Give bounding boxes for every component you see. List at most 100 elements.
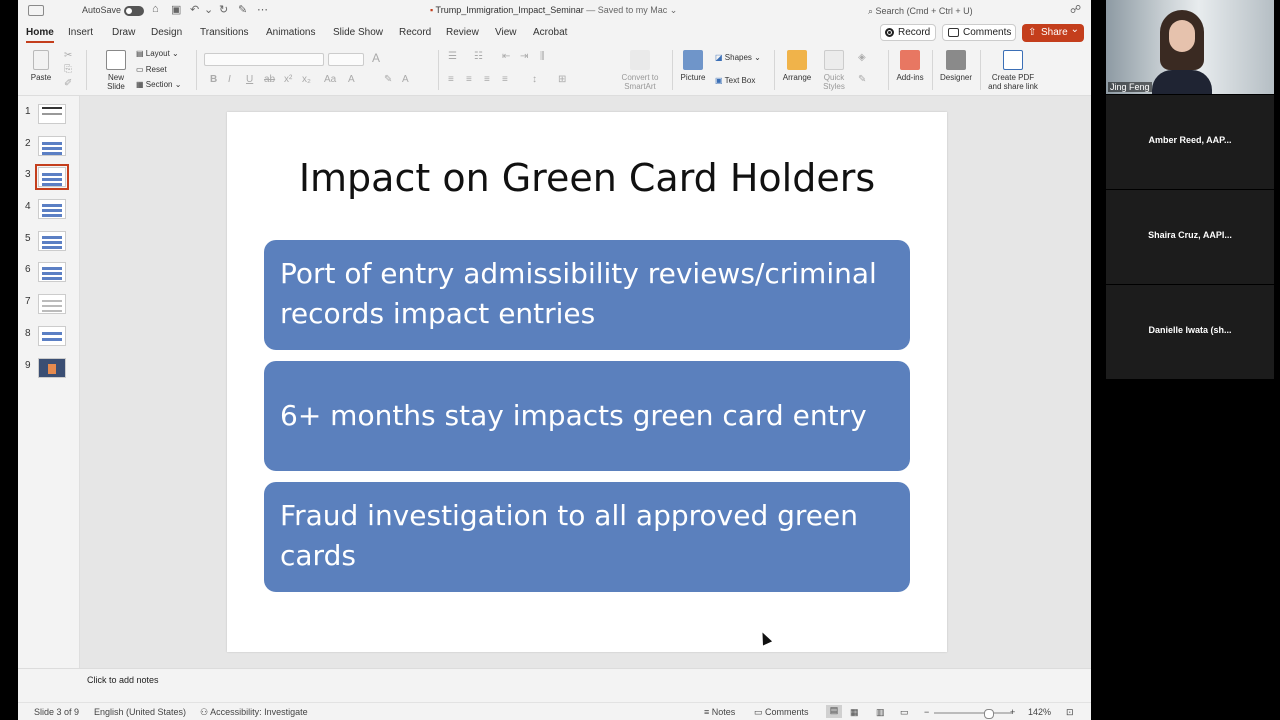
tab-slide-show[interactable]: Slide Show xyxy=(333,27,383,38)
text-color-icon[interactable]: A xyxy=(402,74,409,85)
customize-icon[interactable]: ✎ xyxy=(238,3,247,16)
notes-toggle[interactable]: ≡ Notes xyxy=(704,707,735,717)
slide-thumbnail-1[interactable]: 1 xyxy=(25,104,66,124)
more-icon[interactable]: ⋯ xyxy=(257,3,268,16)
paste-button[interactable]: Paste xyxy=(28,50,54,82)
outdent-icon[interactable]: ⇥ xyxy=(520,51,528,62)
font-size-field[interactable] xyxy=(328,53,364,66)
participant-tile[interactable]: Amber Reed, AAP... xyxy=(1106,95,1274,189)
tab-record[interactable]: Record xyxy=(399,27,431,38)
participant-tile[interactable]: Danielle Iwata (sh... xyxy=(1106,285,1274,379)
autosave-toggle[interactable] xyxy=(124,6,144,16)
comments-button[interactable]: Comments xyxy=(942,24,1016,41)
align-right-icon[interactable]: ≡ xyxy=(484,74,490,85)
tab-draw[interactable]: Draw xyxy=(112,27,135,38)
shape-fill-icon[interactable]: ◈ xyxy=(858,52,866,63)
indent-icon[interactable]: ⇤ xyxy=(502,51,510,62)
text-direction-icon[interactable]: ⊞ xyxy=(558,74,566,85)
section-button[interactable]: ▦ Section ⌄ xyxy=(136,80,181,89)
clear-format-icon[interactable]: A xyxy=(372,51,380,65)
superscript-icon[interactable]: x² xyxy=(284,74,292,85)
tab-review[interactable]: Review xyxy=(446,27,479,38)
slide-thumbnail-3[interactable]: 3 xyxy=(25,164,69,190)
font-name-field[interactable] xyxy=(204,53,324,66)
tab-home[interactable]: Home xyxy=(26,27,54,43)
tab-design[interactable]: Design xyxy=(151,27,182,38)
fit-slide-icon[interactable]: ⊡ xyxy=(1066,707,1074,718)
tab-insert[interactable]: Insert xyxy=(68,27,93,38)
justify-icon[interactable]: ≡ xyxy=(502,74,508,85)
tab-animations[interactable]: Animations xyxy=(266,27,315,38)
language-indicator[interactable]: English (United States) xyxy=(94,707,186,717)
home-icon[interactable]: ⌂ xyxy=(152,3,159,15)
bullet-card-1[interactable]: Port of entry admissibility reviews/crim… xyxy=(264,240,910,350)
slide-thumbnail-6[interactable]: 6 xyxy=(25,262,66,282)
participant-video-tile[interactable]: Jing Feng xyxy=(1106,0,1274,94)
shape-outline-icon[interactable]: ✎ xyxy=(858,74,866,85)
accessibility-indicator[interactable]: ⚇ Accessibility: Investigate xyxy=(200,707,308,718)
copy-icon[interactable]: ⎘ xyxy=(64,64,72,75)
create-pdf-button[interactable]: Create PDF and share link xyxy=(986,50,1040,91)
case-icon[interactable]: Aa xyxy=(324,74,336,85)
undo-icon[interactable]: ↶ xyxy=(190,3,199,16)
numbering-icon[interactable]: ☷ xyxy=(474,51,483,62)
comments-toggle[interactable]: ▭ Comments xyxy=(754,707,809,718)
slide-thumbnail-5[interactable]: 5 xyxy=(25,231,66,251)
sidebar-toggle-icon[interactable] xyxy=(28,5,44,16)
addins-button[interactable]: Add-ins xyxy=(894,50,926,82)
slideshow-icon[interactable]: ▭ xyxy=(900,707,909,718)
arrange-button[interactable]: Arrange xyxy=(780,50,814,82)
text-box-button[interactable]: ▣ Text Box xyxy=(715,76,755,85)
redo-icon[interactable]: ↻ xyxy=(219,3,228,16)
slide-thumbnail-9[interactable]: 9 xyxy=(25,358,66,378)
designer-button[interactable]: Designer xyxy=(938,50,974,82)
participant-tile[interactable]: Shaira Cruz, AAPI... xyxy=(1106,190,1274,284)
current-slide[interactable]: Impact on Green Card Holders Port of ent… xyxy=(227,112,947,652)
zoom-out-icon[interactable]: − xyxy=(924,707,929,717)
save-icon[interactable]: ▣ xyxy=(171,3,181,16)
font-color-icon[interactable]: A xyxy=(348,74,355,85)
columns-icon[interactable]: ⫼ xyxy=(540,51,545,62)
zoom-in-icon[interactable]: + xyxy=(1010,707,1015,717)
bullets-icon[interactable]: ☰ xyxy=(448,51,457,62)
slide-editor[interactable]: Impact on Green Card Holders Port of ent… xyxy=(80,96,1091,668)
bold-icon[interactable]: B xyxy=(210,74,217,85)
account-icon[interactable]: ☍ xyxy=(1070,3,1081,16)
bullet-card-3[interactable]: Fraud investigation to all approved gree… xyxy=(264,482,910,592)
reset-button[interactable]: ▭ Reset xyxy=(136,65,167,74)
format-painter-icon[interactable]: ✐ xyxy=(64,78,72,89)
quick-styles-button[interactable]: Quick Styles xyxy=(818,50,850,91)
zoom-level[interactable]: 142% xyxy=(1028,707,1051,717)
bullet-card-2[interactable]: 6+ months stay impacts green card entry xyxy=(264,361,910,471)
line-spacing-icon[interactable]: ↕ xyxy=(532,74,537,85)
highlight-icon[interactable]: ✎ xyxy=(384,74,392,85)
tab-transitions[interactable]: Transitions xyxy=(200,27,249,38)
strikethrough-icon[interactable]: ab xyxy=(264,74,275,85)
slide-sorter-icon[interactable]: ▦ xyxy=(850,707,859,718)
zoom-slider[interactable] xyxy=(934,709,1012,719)
record-button[interactable]: Record xyxy=(880,24,936,41)
slide-thumbnail-7[interactable]: 7 xyxy=(25,294,66,314)
slide-thumbnail-4[interactable]: 4 xyxy=(25,199,66,219)
share-button[interactable]: Share xyxy=(1022,21,1084,42)
tab-acrobat[interactable]: Acrobat xyxy=(533,27,567,38)
slide-thumbnail-2[interactable]: 2 xyxy=(25,136,66,156)
underline-icon[interactable]: U xyxy=(246,74,253,85)
cut-icon[interactable]: ✂ xyxy=(64,50,72,61)
search-box[interactable]: ⌕ Search (Cmd + Ctrl + U) xyxy=(864,3,1044,19)
italic-icon[interactable]: I xyxy=(228,74,231,85)
tab-view[interactable]: View xyxy=(495,27,517,38)
reading-view-icon[interactable]: ▥ xyxy=(876,707,885,718)
normal-view-icon[interactable]: ▤ xyxy=(826,705,842,718)
picture-button[interactable]: Picture xyxy=(678,50,708,82)
chevron-down-icon[interactable]: ⌄ xyxy=(667,5,678,15)
convert-smartart-button[interactable]: Convert to SmartArt xyxy=(618,50,662,91)
slide-thumbnail-8[interactable]: 8 xyxy=(25,326,66,346)
notes-pane[interactable]: Click to add notes xyxy=(18,668,1091,702)
slide-title[interactable]: Impact on Green Card Holders xyxy=(227,156,947,200)
align-left-icon[interactable]: ≡ xyxy=(448,74,454,85)
layout-button[interactable]: ▤ Layout ⌄ xyxy=(136,49,179,58)
shapes-button[interactable]: ◪ Shapes ⌄ xyxy=(715,53,761,62)
new-slide-button[interactable]: New Slide xyxy=(98,50,134,91)
align-center-icon[interactable]: ≡ xyxy=(466,74,472,85)
